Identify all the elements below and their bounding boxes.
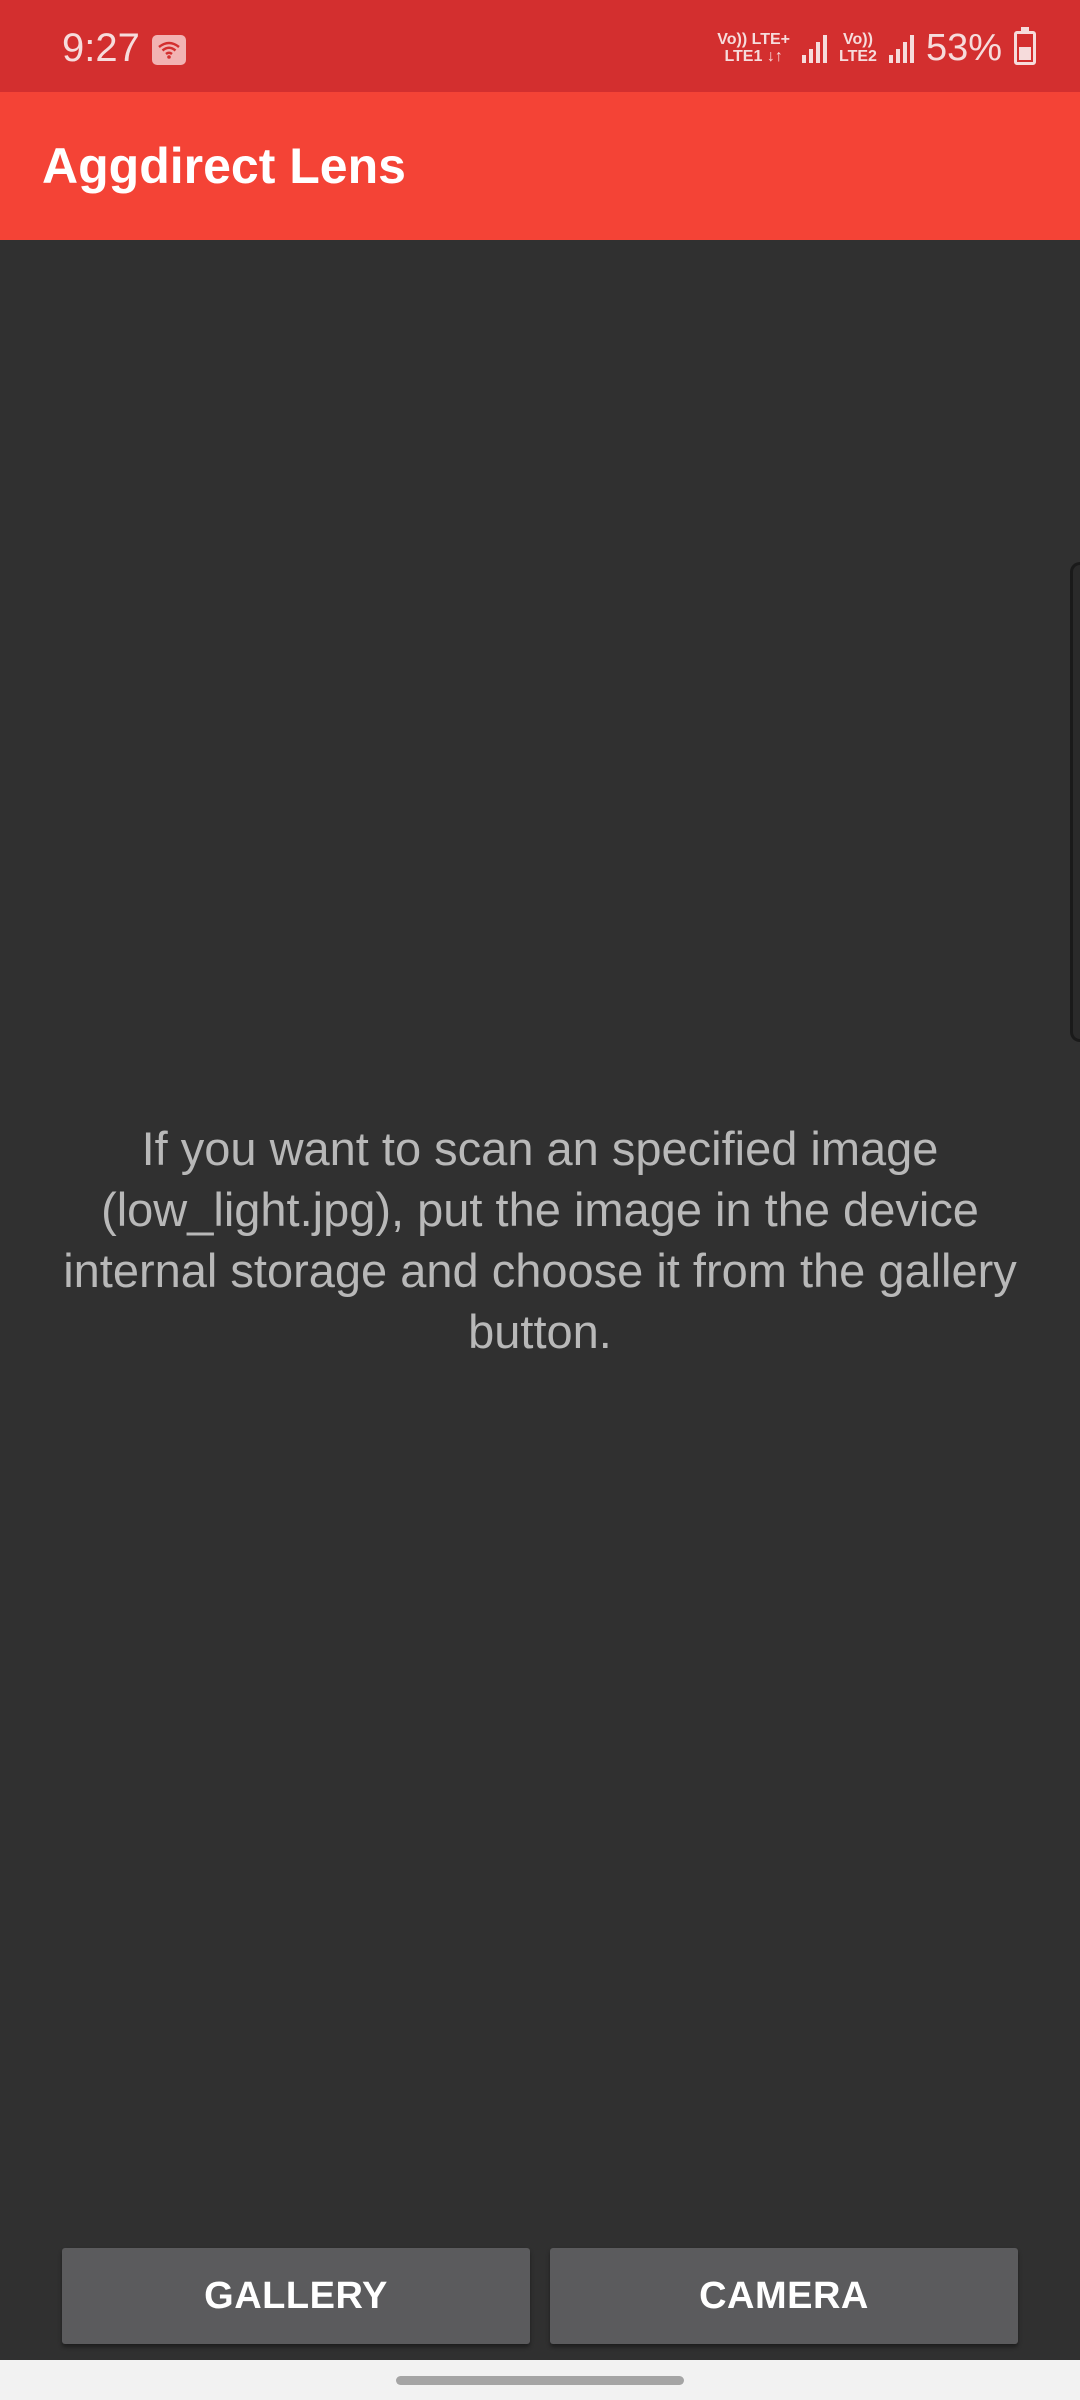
status-indicators: Vo)) LTE+ LTE1 ↓↑ Vo)) LTE2 53% [717, 26, 1036, 70]
sim2-network-top: Vo)) [843, 31, 873, 48]
gallery-button[interactable]: GALLERY [62, 2248, 530, 2344]
sim2-network: Vo)) LTE2 [839, 31, 877, 65]
sim1-network: Vo)) LTE+ LTE1 ↓↑ [717, 31, 790, 65]
edge-panel-handle[interactable] [1070, 562, 1080, 1042]
status-bar: 9:27 Vo)) LTE+ LTE1 ↓↑ Vo)) LTE2 53% [0, 0, 1080, 92]
main-content: If you want to scan an specified image (… [0, 240, 1080, 2360]
navigation-bar [0, 2360, 1080, 2400]
camera-button[interactable]: CAMERA [550, 2248, 1018, 2344]
home-gesture-handle[interactable] [396, 2376, 684, 2385]
sim1-network-bottom: LTE1 ↓↑ [724, 48, 783, 65]
app-bar: Aggdirect Lens [0, 92, 1080, 240]
instruction-message: If you want to scan an specified image (… [63, 1122, 1017, 1358]
battery-percent: 53% [925, 26, 1002, 69]
app-title: Aggdirect Lens [42, 138, 406, 194]
wifi-hotspot-icon [152, 35, 186, 65]
signal-icon [888, 33, 914, 63]
sim1-network-top: Vo)) LTE+ [717, 31, 790, 48]
sim2-network-bottom: LTE2 [839, 48, 877, 65]
action-buttons: GALLERY CAMERA [62, 2248, 1018, 2344]
signal-icon [802, 33, 827, 63]
status-time: 9:27 [62, 26, 140, 70]
battery-charging-icon [1014, 27, 1036, 65]
